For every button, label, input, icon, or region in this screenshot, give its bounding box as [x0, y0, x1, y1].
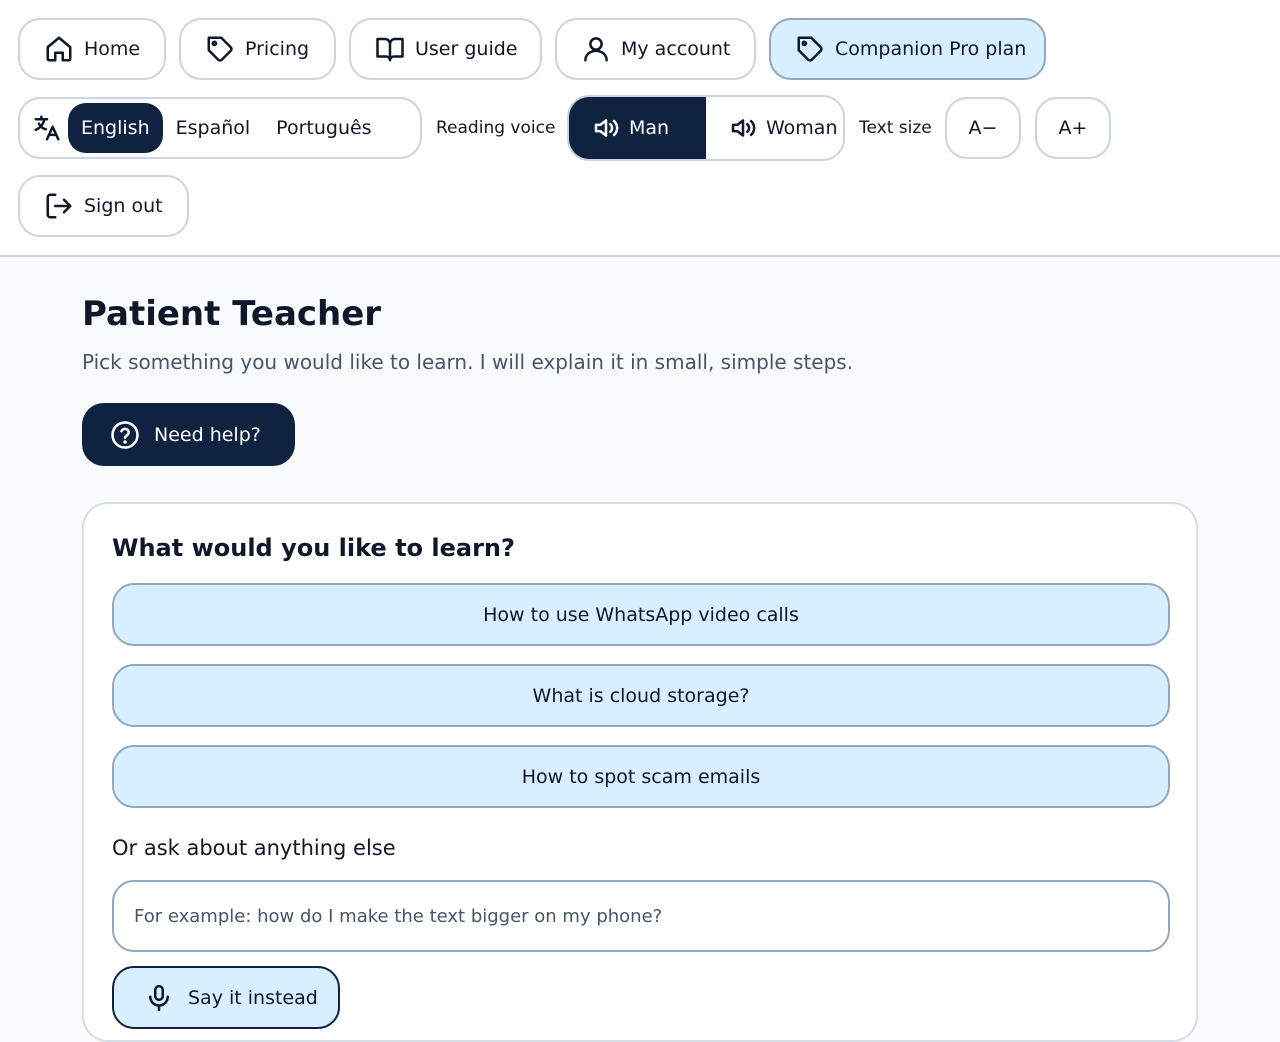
pricing-button[interactable]: Pricing — [179, 18, 336, 80]
topic-button-cloud-storage[interactable]: What is cloud storage? — [112, 664, 1170, 727]
decrease-text-size-button[interactable]: A− — [945, 97, 1021, 159]
voice-option-man-label: Man — [629, 117, 670, 139]
reading-voice-selector: Man Woman — [567, 95, 845, 161]
my-account-button[interactable]: My account — [555, 18, 756, 80]
text-size-label: Text size — [859, 118, 932, 138]
user-guide-button[interactable]: User guide — [349, 18, 542, 80]
page-subtitle: Pick something you would like to learn. … — [82, 350, 854, 374]
plan-label: Companion Pro plan — [835, 38, 1027, 60]
reading-voice-label: Reading voice — [436, 118, 556, 138]
home-icon — [44, 34, 74, 64]
ask-input[interactable] — [112, 880, 1170, 952]
home-label: Home — [84, 38, 141, 60]
need-help-label: Need help? — [154, 423, 261, 446]
page-title: Patient Teacher — [82, 294, 382, 334]
my-account-label: My account — [621, 38, 731, 60]
sign-out-button[interactable]: Sign out — [18, 175, 189, 237]
companion-pro-plan-button[interactable]: Companion Pro plan — [769, 18, 1046, 80]
learn-card-title: What would you like to learn? — [112, 534, 515, 562]
language-option-espanol[interactable]: Español — [163, 103, 264, 153]
sign-out-icon — [44, 191, 74, 221]
learn-card: What would you like to learn? How to use… — [82, 502, 1198, 1042]
voice-option-woman[interactable]: Woman — [706, 97, 843, 159]
ask-label: Or ask about anything else — [112, 836, 396, 860]
language-option-english[interactable]: English — [68, 103, 163, 153]
topic-button-whatsapp-video-calls[interactable]: How to use WhatsApp video calls — [112, 583, 1170, 646]
top-toolbar: Home Pricing User guide My account Compa… — [0, 0, 1280, 257]
sign-out-label: Sign out — [84, 195, 163, 217]
user-guide-label: User guide — [415, 38, 518, 60]
speaker-icon — [728, 113, 758, 143]
increase-text-size-button[interactable]: A+ — [1035, 97, 1111, 159]
say-it-instead-button[interactable]: Say it instead — [112, 966, 340, 1029]
tag-icon — [795, 34, 825, 64]
language-selector: English Español Português — [18, 97, 422, 159]
book-icon — [375, 34, 405, 64]
user-icon — [581, 34, 611, 64]
say-it-instead-label: Say it instead — [188, 986, 318, 1009]
pricing-label: Pricing — [245, 38, 310, 60]
help-circle-icon — [110, 420, 140, 450]
voice-option-woman-label: Woman — [766, 117, 838, 139]
speaker-icon — [591, 113, 621, 143]
language-option-portugues[interactable]: Português — [263, 103, 384, 153]
home-button[interactable]: Home — [18, 18, 166, 80]
microphone-icon — [144, 983, 174, 1013]
topic-button-scam-emails[interactable]: How to spot scam emails — [112, 745, 1170, 808]
tag-icon — [205, 34, 235, 64]
need-help-button[interactable]: Need help? — [82, 403, 295, 466]
voice-option-man[interactable]: Man — [569, 97, 706, 159]
translate-icon — [32, 113, 62, 143]
